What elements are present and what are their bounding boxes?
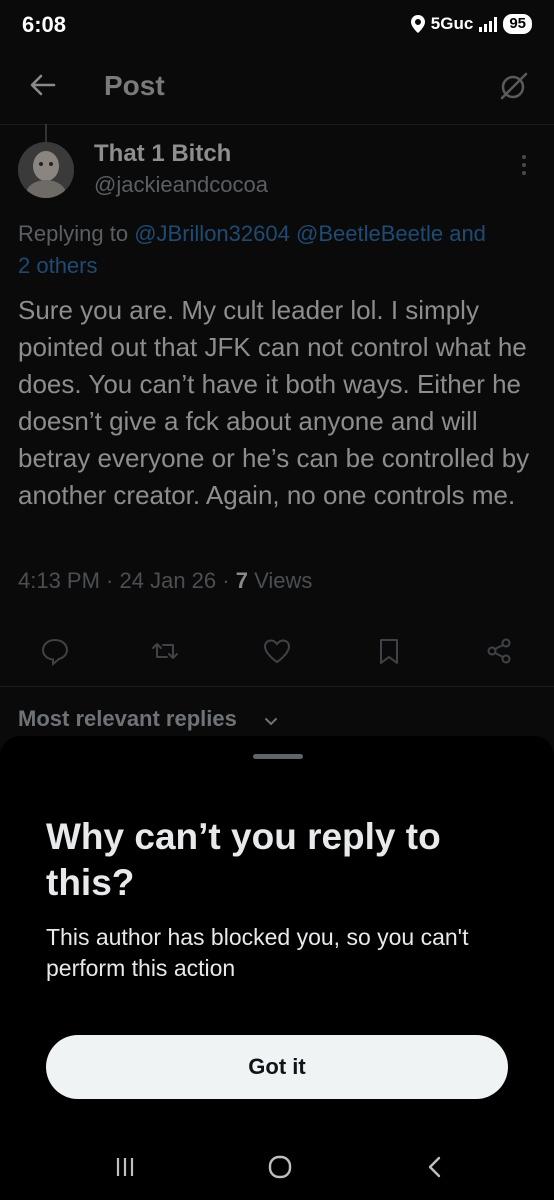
network-label: 5Guc [430, 14, 474, 33]
tweet-meta: 4:13 PM · 24 Jan 26 · 7 Views [18, 568, 313, 593]
author-display-name[interactable]: That 1 Bitch [94, 140, 231, 168]
share-icon[interactable] [484, 636, 514, 666]
tweet-date: 24 Jan 26 [119, 568, 217, 593]
status-indicators: 5Guc 95 [410, 14, 532, 34]
more-vertical-icon[interactable] [516, 152, 532, 178]
tweet-text: Sure you are. My cult leader lol. I simp… [18, 295, 530, 510]
bookmark-icon[interactable] [374, 636, 404, 666]
battery-indicator: 95 [503, 14, 532, 34]
divider [0, 686, 554, 687]
replying-to: Replying to @JBrillon32604 @BeetleBeetle… [18, 218, 554, 250]
page-title: Post [104, 70, 165, 101]
grok-icon[interactable] [498, 70, 530, 102]
post-header: Post [0, 58, 554, 125]
repost-icon[interactable] [150, 636, 180, 666]
tweet-time: 4:13 PM [18, 568, 100, 593]
replying-prefix: Replying to [18, 221, 129, 246]
back-nav-icon[interactable] [420, 1152, 450, 1182]
replies-filter[interactable]: Most relevant replies [18, 706, 237, 732]
arrow-left-icon[interactable] [28, 70, 58, 100]
views-label: Views [254, 568, 313, 593]
got-it-button[interactable]: Got it [46, 1035, 508, 1099]
sheet-grabber[interactable] [253, 754, 303, 759]
views-count: 7 [235, 568, 248, 593]
recent-apps-icon[interactable] [110, 1152, 140, 1182]
avatar[interactable] [18, 142, 74, 198]
mention-link[interactable]: @JBrillon32604 [134, 221, 290, 246]
blocked-bottom-sheet: Why can’t you reply to this? This author… [0, 736, 554, 1200]
chevron-down-icon[interactable] [262, 712, 280, 730]
author-handle[interactable]: @jackieandcocoa [94, 172, 268, 198]
heart-icon[interactable] [262, 636, 292, 666]
tweet-actions [0, 636, 554, 670]
others-link[interactable]: 2 others [18, 250, 98, 282]
sheet-title: Why can’t you reply to this? [46, 816, 441, 903]
status-time: 6:08 [22, 12, 67, 37]
status-bar: 6:08 5Guc 95 [0, 0, 554, 50]
thread-connector [45, 124, 47, 142]
avatar-image [18, 142, 74, 198]
system-nav-bar [0, 1138, 554, 1196]
mention-link[interactable]: @BeetleBeetle [296, 221, 443, 246]
mention-link[interactable]: and [449, 221, 486, 246]
signal-icon [479, 16, 498, 32]
reply-icon[interactable] [40, 636, 70, 666]
location-icon [410, 15, 425, 33]
home-icon[interactable] [265, 1152, 295, 1182]
sheet-message: This author has blocked you, so you can'… [46, 924, 469, 981]
